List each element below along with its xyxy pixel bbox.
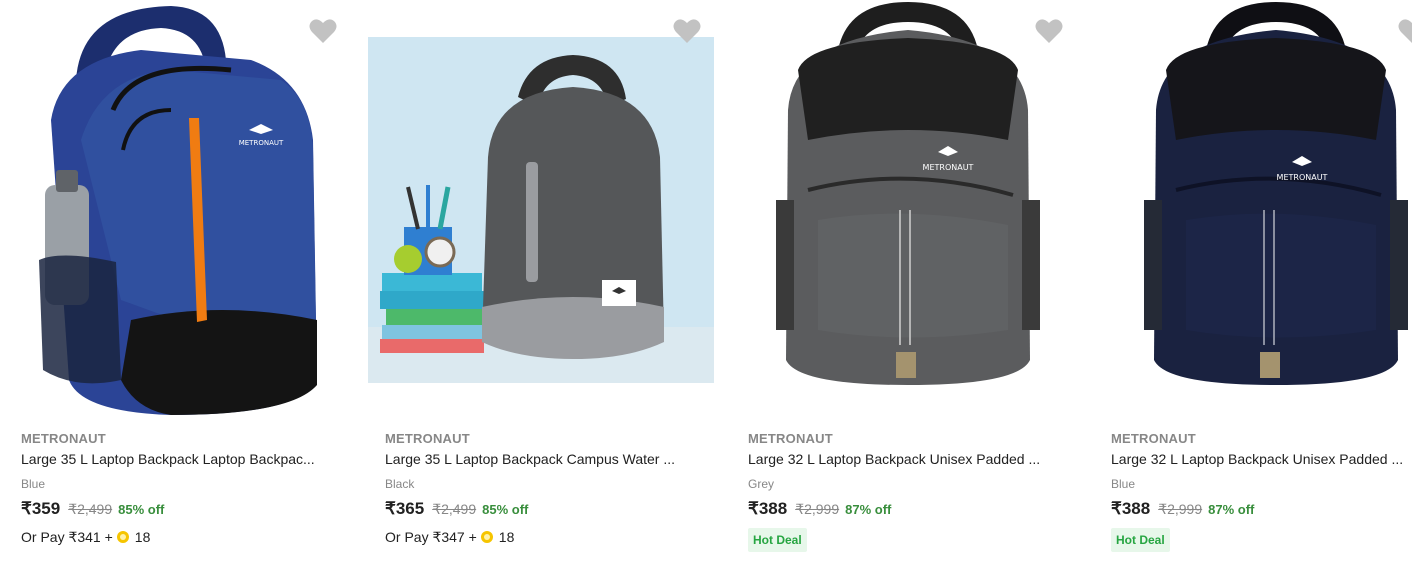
supercoin-icon [480,531,493,543]
product-price: ₹359 [21,499,61,518]
product-color: Blue [1111,477,1136,491]
price-row: ₹365 ₹2,499 85% off [385,499,528,519]
image-logo-text: METRONAUT [1277,173,1328,182]
product-card[interactable]: METRONAUT Large 35 L Laptop Backpack Cam… [368,0,723,563]
product-title[interactable]: Large 32 L Laptop Backpack Unisex Padded… [748,451,1066,467]
product-price: ₹365 [385,499,425,518]
product-title[interactable]: Large 35 L Laptop Backpack Campus Water … [385,451,703,467]
price-row: ₹359 ₹2,499 85% off [21,499,164,519]
supercoin-offer: Or Pay ₹347 + 18 [385,529,514,546]
product-mrp: ₹2,499 [68,501,113,517]
image-logo-text: METRONAUT [239,139,284,147]
product-mrp: ₹2,999 [1158,501,1203,517]
image-logo-text: METRONAUT [923,163,974,172]
product-image[interactable]: METRONAUT [21,0,371,420]
product-brand: METRONAUT [748,431,833,446]
product-brand: METRONAUT [1111,431,1196,446]
price-row: ₹388 ₹2,999 87% off [748,499,891,519]
product-discount: 87% off [845,502,892,517]
product-brand: METRONAUT [385,431,470,446]
product-mrp: ₹2,999 [795,501,840,517]
coin-count: 18 [498,529,515,545]
product-card[interactable]: METRONAUT METRONAUT Large 35 L Laptop Ba… [21,0,376,563]
supercoin-icon [116,531,129,543]
pay-prefix: Or Pay ₹347 + [385,529,477,545]
product-title[interactable]: Large 32 L Laptop Backpack Unisex Padded… [1111,451,1412,467]
wishlist-heart-icon[interactable] [1035,18,1063,44]
product-discount: 85% off [118,502,165,517]
product-title[interactable]: Large 35 L Laptop Backpack Laptop Backpa… [21,451,339,467]
hot-deal-badge: Hot Deal [748,528,807,552]
product-color: Grey [748,477,775,491]
product-image[interactable]: METRONAUT [768,0,1118,420]
product-mrp: ₹2,499 [432,501,477,517]
product-image[interactable] [368,37,714,383]
price-row: ₹388 ₹2,999 87% off [1111,499,1254,519]
product-card[interactable]: METRONAUT METRONAUT Large 32 L Laptop Ba… [748,0,1103,563]
coin-count: 18 [134,529,151,545]
product-card[interactable]: METRONAUT METRONAUT Large 32 L Laptop Ba… [1111,0,1412,563]
product-price: ₹388 [1111,499,1151,518]
supercoin-offer: Or Pay ₹341 + 18 [21,529,150,546]
pay-prefix: Or Pay ₹341 + [21,529,113,545]
wishlist-heart-icon[interactable] [309,18,337,44]
wishlist-heart-icon[interactable] [673,18,701,44]
product-brand: METRONAUT [21,431,106,446]
hot-deal-badge: Hot Deal [1111,528,1170,552]
product-image[interactable]: METRONAUT [1136,0,1412,420]
product-discount: 85% off [482,502,529,517]
product-discount: 87% off [1208,502,1255,517]
product-color: Black [385,477,415,491]
wishlist-heart-icon[interactable] [1398,18,1412,44]
product-color: Blue [21,477,46,491]
product-price: ₹388 [748,499,788,518]
